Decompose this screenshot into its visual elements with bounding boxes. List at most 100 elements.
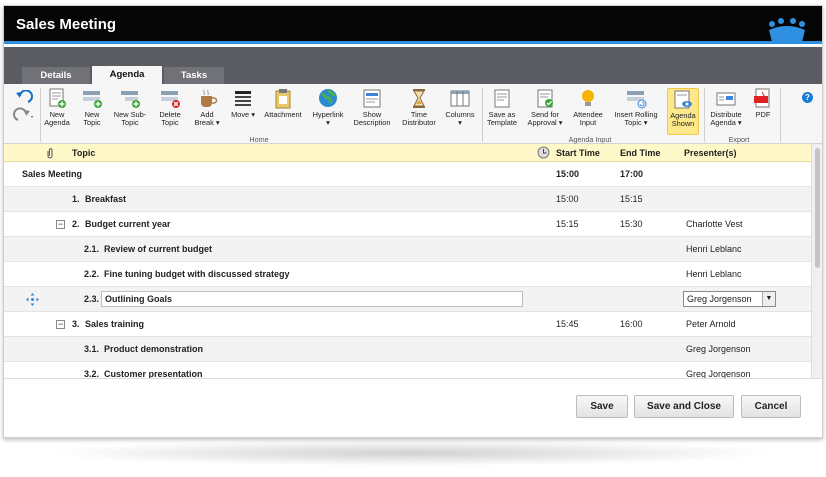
vertical-scrollbar[interactable] xyxy=(811,144,822,378)
ribbon-toolbar: New Agenda New Topic New Sub-Topic Delet… xyxy=(4,84,822,144)
hyperlink-button[interactable]: Hyperlink ▾ xyxy=(310,88,346,127)
hourglass-icon xyxy=(413,89,425,108)
new-topic-icon xyxy=(83,91,102,108)
new-agenda-icon xyxy=(49,88,66,108)
topic-title: Sales training xyxy=(85,319,145,329)
agenda-shown-label: Agenda Shown xyxy=(670,111,696,128)
agenda-row[interactable]: − 2. Budget current year 15:15 15:30 Cha… xyxy=(4,212,812,237)
topic-title: Review of current budget xyxy=(104,244,213,254)
agenda-dialog: Sales Meeting Details Agenda Tasks New A… xyxy=(3,5,823,438)
pdf-button[interactable]: PDF xyxy=(750,88,776,119)
move-label: Move ▾ xyxy=(231,110,255,119)
new-agenda-button[interactable]: New Agenda xyxy=(42,88,72,127)
topic-number: 3.2. xyxy=(84,369,100,378)
help-icon[interactable]: ? xyxy=(802,92,813,103)
move-button[interactable]: Move ▾ xyxy=(228,88,258,119)
collapse-toggle-icon[interactable]: − xyxy=(56,220,65,229)
save-button[interactable]: Save xyxy=(576,395,628,418)
new-topic-button[interactable]: New Topic xyxy=(76,88,108,127)
paperclip-icon[interactable] xyxy=(46,147,54,159)
tab-agenda[interactable]: Agenda xyxy=(92,66,162,84)
new-subtopic-label: New Sub-Topic xyxy=(113,110,147,127)
chevron-down-icon[interactable]: ▼ xyxy=(762,292,775,306)
pdf-label: PDF xyxy=(755,110,771,119)
agenda-row[interactable]: Sales Meeting 15:00 17:00 xyxy=(4,162,812,187)
start-time: 15:15 xyxy=(556,219,579,229)
insert-rolling-topic-button[interactable]: Insert Rolling Topic ▾ xyxy=(612,88,660,127)
start-time: 15:00 xyxy=(556,194,579,204)
delete-topic-button[interactable]: Delete Topic xyxy=(154,88,186,127)
drop-shadow xyxy=(40,440,780,466)
time-distributor-button[interactable]: Time Distributor xyxy=(398,88,440,127)
tab-details[interactable]: Details xyxy=(22,67,90,84)
attendee-input-label: Attendee Input xyxy=(573,110,603,127)
column-header-end-time[interactable]: End Time xyxy=(620,148,660,158)
approval-icon xyxy=(537,89,553,108)
columns-icon xyxy=(450,90,470,107)
agenda-row[interactable]: 2.1. Review of current budget Henri Lebl… xyxy=(4,237,812,262)
tab-strip: Details Agenda Tasks xyxy=(4,47,822,84)
agenda-row[interactable]: − 3. Sales training 15:45 16:00 Peter Ar… xyxy=(4,312,812,337)
topic-number: 2.3. xyxy=(84,294,100,304)
delete-topic-label: Delete Topic xyxy=(159,110,181,127)
title-bar: Sales Meeting xyxy=(4,6,822,44)
topic-title: Customer presentation xyxy=(104,369,203,378)
save-as-template-button[interactable]: Save as Template xyxy=(484,88,520,127)
presenter-select[interactable]: Greg Jorgenson ▼ xyxy=(683,291,776,307)
save-as-template-label: Save as Template xyxy=(487,110,517,127)
agenda-row[interactable]: 1. Breakfast 15:00 15:15 xyxy=(4,187,812,212)
topic-number: 1. xyxy=(72,194,80,204)
send-for-approval-button[interactable]: Send for Approval ▾ xyxy=(526,88,564,127)
lightbulb-icon xyxy=(582,90,594,106)
insert-rolling-topic-label: Insert Rolling Topic ▾ xyxy=(614,110,658,127)
agenda-row[interactable]: 3.2. Customer presentation Greg Jorgenso… xyxy=(4,362,812,378)
window-title: Sales Meeting xyxy=(16,16,117,33)
end-time: 16:00 xyxy=(620,319,643,329)
show-description-button[interactable]: Show Description xyxy=(352,88,392,127)
globe-icon xyxy=(319,89,337,107)
distribute-icon xyxy=(716,92,736,106)
dialog-footer: Save Save and Close Cancel xyxy=(4,378,822,437)
attendee-input-button[interactable]: Attendee Input xyxy=(570,88,606,127)
columns-button[interactable]: Columns ▾ xyxy=(444,88,476,127)
attachment-button[interactable]: Attachment xyxy=(264,88,302,119)
undo-redo-icon[interactable] xyxy=(12,90,34,126)
pdf-icon xyxy=(754,88,770,108)
agenda-row-editing[interactable]: 2.3. Outlining Goals Greg Jorgenson ▼ xyxy=(4,287,812,312)
tab-tasks[interactable]: Tasks xyxy=(164,67,224,84)
column-header-presenters[interactable]: Presenter(s) xyxy=(684,148,737,158)
show-description-icon xyxy=(363,89,381,108)
save-and-close-button[interactable]: Save and Close xyxy=(634,395,734,418)
hyperlink-label: Hyperlink ▾ xyxy=(312,110,344,127)
agenda-shown-button[interactable]: Agenda Shown xyxy=(667,88,699,135)
column-header-start-time[interactable]: Start Time xyxy=(556,148,600,158)
topic-number: 3. xyxy=(72,319,80,329)
agenda-row[interactable]: 3.1. Product demonstration Greg Jorgenso… xyxy=(4,337,812,362)
agenda-shown-icon xyxy=(674,90,692,109)
new-subtopic-icon xyxy=(121,91,140,108)
agenda-row[interactable]: 2.2. Fine tuning budget with discussed s… xyxy=(4,262,812,287)
clock-settings-icon[interactable] xyxy=(537,146,550,159)
group-export-label: Export xyxy=(728,135,750,144)
topic-number: 2.2. xyxy=(84,269,100,279)
new-subtopic-button[interactable]: New Sub-Topic xyxy=(112,88,148,127)
drag-handle-icon[interactable] xyxy=(26,293,39,306)
show-description-label: Show Description xyxy=(353,110,391,127)
rolling-topic-icon xyxy=(627,91,647,109)
column-header-topic[interactable]: Topic xyxy=(72,148,95,158)
add-break-label: Add Break ▾ xyxy=(194,110,220,127)
presenter: Peter Arnold xyxy=(686,319,736,329)
collapse-toggle-icon[interactable]: − xyxy=(56,320,65,329)
add-break-button[interactable]: Add Break ▾ xyxy=(192,88,222,127)
presenter: Greg Jorgenson xyxy=(686,369,751,378)
send-for-approval-label: Send for Approval ▾ xyxy=(527,110,563,127)
scrollbar-thumb[interactable] xyxy=(815,148,820,268)
cancel-button[interactable]: Cancel xyxy=(741,395,801,418)
presenter: Henri Leblanc xyxy=(686,244,742,254)
topic-title-input[interactable]: Outlining Goals xyxy=(101,291,523,307)
distribute-agenda-button[interactable]: Distribute Agenda ▾ xyxy=(706,88,746,127)
end-time: 15:30 xyxy=(620,219,643,229)
group-agenda-input-label: Agenda Input xyxy=(568,135,612,144)
end-time: 17:00 xyxy=(620,169,644,179)
presenter: Charlotte Vest xyxy=(686,219,743,229)
